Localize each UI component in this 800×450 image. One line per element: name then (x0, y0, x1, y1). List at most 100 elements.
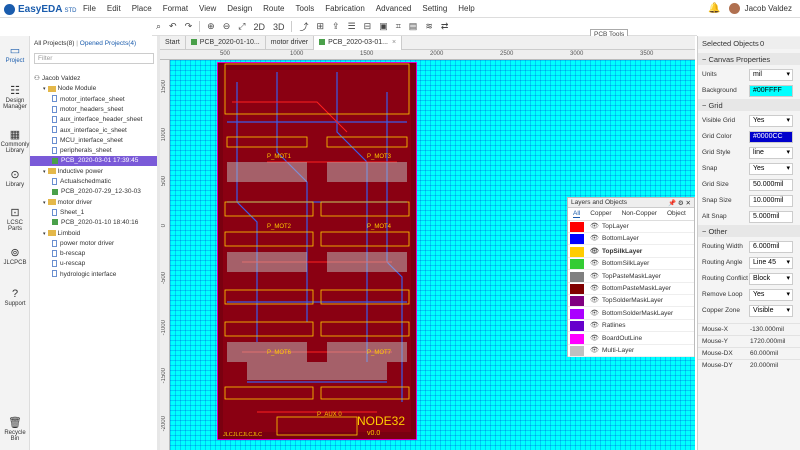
nav-commonly-library[interactable]: ▦ Commonly Library (0, 128, 30, 154)
routing-angle-select[interactable]: Line 45 (749, 257, 793, 269)
menu-view[interactable]: View (199, 4, 216, 13)
tree-item[interactable]: motor_interface_sheet (30, 95, 158, 105)
units-select[interactable]: mil (749, 69, 793, 81)
layers-tab-all[interactable]: All (573, 210, 581, 218)
layer-row[interactable]: 👁 BottomLayer (568, 233, 694, 246)
copper-zone-select[interactable]: Visible (749, 305, 793, 317)
document-tab[interactable]: PCB_2020-03-01... × (314, 36, 403, 50)
folder-icon[interactable]: ▤ (409, 21, 418, 32)
layers-tab-non-copper[interactable]: Non-Copper (622, 210, 657, 218)
undo-icon[interactable]: ↶ (169, 21, 177, 32)
gerber-icon[interactable]: ⊟ (364, 21, 372, 32)
bell-icon[interactable]: 🔔 (708, 3, 720, 14)
layer-color-swatch[interactable] (570, 308, 584, 319)
eye-icon[interactable]: 👁 (590, 333, 599, 345)
tree-item[interactable]: u-rescap (30, 259, 158, 269)
close-icon[interactable]: × (392, 39, 396, 46)
tree-item[interactable]: Sheet_1 (30, 208, 158, 218)
tab-all-projects[interactable]: All Projects(8) (34, 40, 74, 47)
drc-icon[interactable]: ▣ (379, 21, 388, 32)
routing-conflict-select[interactable]: Block (749, 273, 793, 285)
bom-icon[interactable]: ☰ (348, 21, 356, 32)
caret-down-icon[interactable]: ▾ (43, 169, 46, 175)
nav-jlcpcb[interactable]: ⊚ JLCPCB (0, 246, 30, 266)
layer-row[interactable]: 👁 BottomSolderMaskLayer (568, 308, 694, 320)
tree-item[interactable]: peripherals_sheet (30, 146, 158, 156)
zoom-in-icon[interactable]: ⊕ (207, 21, 215, 32)
menu-place[interactable]: Place (132, 4, 152, 13)
tree-item[interactable]: Actualschedmatic (30, 177, 158, 187)
menu-help[interactable]: Help (458, 4, 474, 13)
nav-lcsc-parts[interactable]: ⊡ LCSC Parts (0, 206, 30, 232)
tree-folder[interactable]: ▾ motor driver (30, 198, 158, 208)
avatar[interactable] (728, 3, 740, 14)
menu-fabrication[interactable]: Fabrication (325, 4, 365, 13)
nav-support[interactable]: ? Support (0, 288, 30, 307)
eye-icon[interactable]: 👁 (590, 271, 599, 283)
layer-row[interactable]: 👁 Ratlines (568, 320, 694, 333)
layer-row[interactable]: 👁 BottomSilkLayer (568, 258, 694, 271)
tree-item[interactable]: b-rescap (30, 249, 158, 259)
layer-row[interactable]: 👁 Multi-Layer (568, 345, 694, 357)
tree-item[interactable]: PCB_2020-03-01 17:39:45 (30, 156, 158, 167)
2d-view-button[interactable]: 2D (253, 22, 265, 32)
app-logo[interactable]: EasyEDA STD (4, 3, 76, 15)
layer-color-swatch[interactable] (570, 284, 584, 294)
layer-row[interactable]: 👁 BottomPasteMaskLayer (568, 283, 694, 295)
caret-down-icon[interactable]: ▾ (43, 231, 46, 237)
layer-color-swatch[interactable] (570, 271, 584, 282)
search-icon[interactable]: ⌕ (156, 21, 161, 32)
layer-row[interactable]: 👁 TopLayer (568, 221, 694, 233)
tree-item[interactable]: hydrologic interface (30, 270, 158, 280)
layer-color-swatch[interactable] (570, 321, 584, 332)
tree-item[interactable]: aux_interface_ic_sheet (30, 126, 158, 136)
route-icon[interactable]: ⤴ (299, 20, 308, 33)
layer-row[interactable]: 👁 BoardOutLine (568, 333, 694, 345)
eye-icon[interactable]: 👁 (590, 246, 599, 258)
pcb-tools-icon[interactable]: ⌗ (396, 21, 401, 32)
grid-size-input[interactable]: 50.000mil (749, 179, 793, 191)
menu-route[interactable]: Route (263, 4, 284, 13)
export-icon[interactable]: ⇪ (332, 21, 340, 32)
place-icon[interactable]: ⊞ (316, 21, 324, 32)
zoom-out-icon[interactable]: ⊖ (223, 21, 231, 32)
caret-down-icon[interactable]: ▾ (43, 86, 46, 92)
layer-color-swatch[interactable] (570, 296, 584, 307)
document-tab[interactable]: Start (160, 36, 186, 50)
caret-down-icon[interactable]: ▾ (43, 200, 46, 206)
menu-advanced[interactable]: Advanced (376, 4, 412, 13)
eye-icon[interactable]: 👁 (590, 283, 599, 295)
eye-icon[interactable]: 👁 (590, 233, 599, 245)
tree-folder[interactable]: ▾ Inductive power (30, 167, 158, 177)
remove-loop-select[interactable]: Yes (749, 289, 793, 301)
tree-item[interactable]: MCU_interface_sheet (30, 136, 158, 146)
tree-item[interactable]: PCB_2020-01-10 18:40:16 (30, 218, 158, 228)
pin-icon[interactable]: 📌 ⚙ ✕ (668, 199, 691, 207)
snap-select[interactable]: Yes (749, 163, 793, 175)
document-tab[interactable]: motor driver (266, 36, 315, 50)
visible-grid-select[interactable]: Yes (749, 115, 793, 127)
grid-style-select[interactable]: line (749, 147, 793, 159)
redo-icon[interactable]: ↷ (185, 21, 193, 32)
nav-design-manager[interactable]: ☷ Design Manager (0, 84, 30, 110)
eye-icon[interactable]: 👁 (590, 320, 599, 332)
menu-tools[interactable]: Tools (296, 4, 315, 13)
menu-file[interactable]: File (83, 4, 96, 13)
layers-panel-header[interactable]: Layers and Objects 📌 ⚙ ✕ (568, 198, 694, 208)
grid-color-field[interactable]: #0000CC (749, 131, 793, 143)
menu-format[interactable]: Format (163, 4, 188, 13)
tree-item[interactable]: PCB_2020-07-29_12-30-03 (30, 187, 158, 197)
tab-opened-projects[interactable]: Opened Projects(4) (80, 40, 136, 47)
layers-tab-object[interactable]: Object (667, 210, 686, 218)
routing-width-input[interactable]: 6.000mil (749, 241, 793, 253)
pcb-board[interactable]: NODE32 v0.0 JLCJLCJLCJLC P_AUX 0 P_MOT1 … (216, 61, 418, 441)
user-name[interactable]: Jacob Valdez (745, 4, 792, 13)
share-icon[interactable]: ⇄ (441, 21, 449, 32)
tree-item[interactable]: aux_interface_header_sheet (30, 115, 158, 125)
tree-folder[interactable]: ▾ Node Module (30, 84, 158, 94)
layer-color-swatch[interactable] (570, 222, 584, 232)
layer-color-swatch[interactable] (570, 259, 584, 270)
background-color-field[interactable]: #00FFFF (749, 85, 793, 97)
nav-project[interactable]: ▭ Project (0, 44, 30, 64)
layer-color-swatch[interactable] (570, 246, 584, 257)
